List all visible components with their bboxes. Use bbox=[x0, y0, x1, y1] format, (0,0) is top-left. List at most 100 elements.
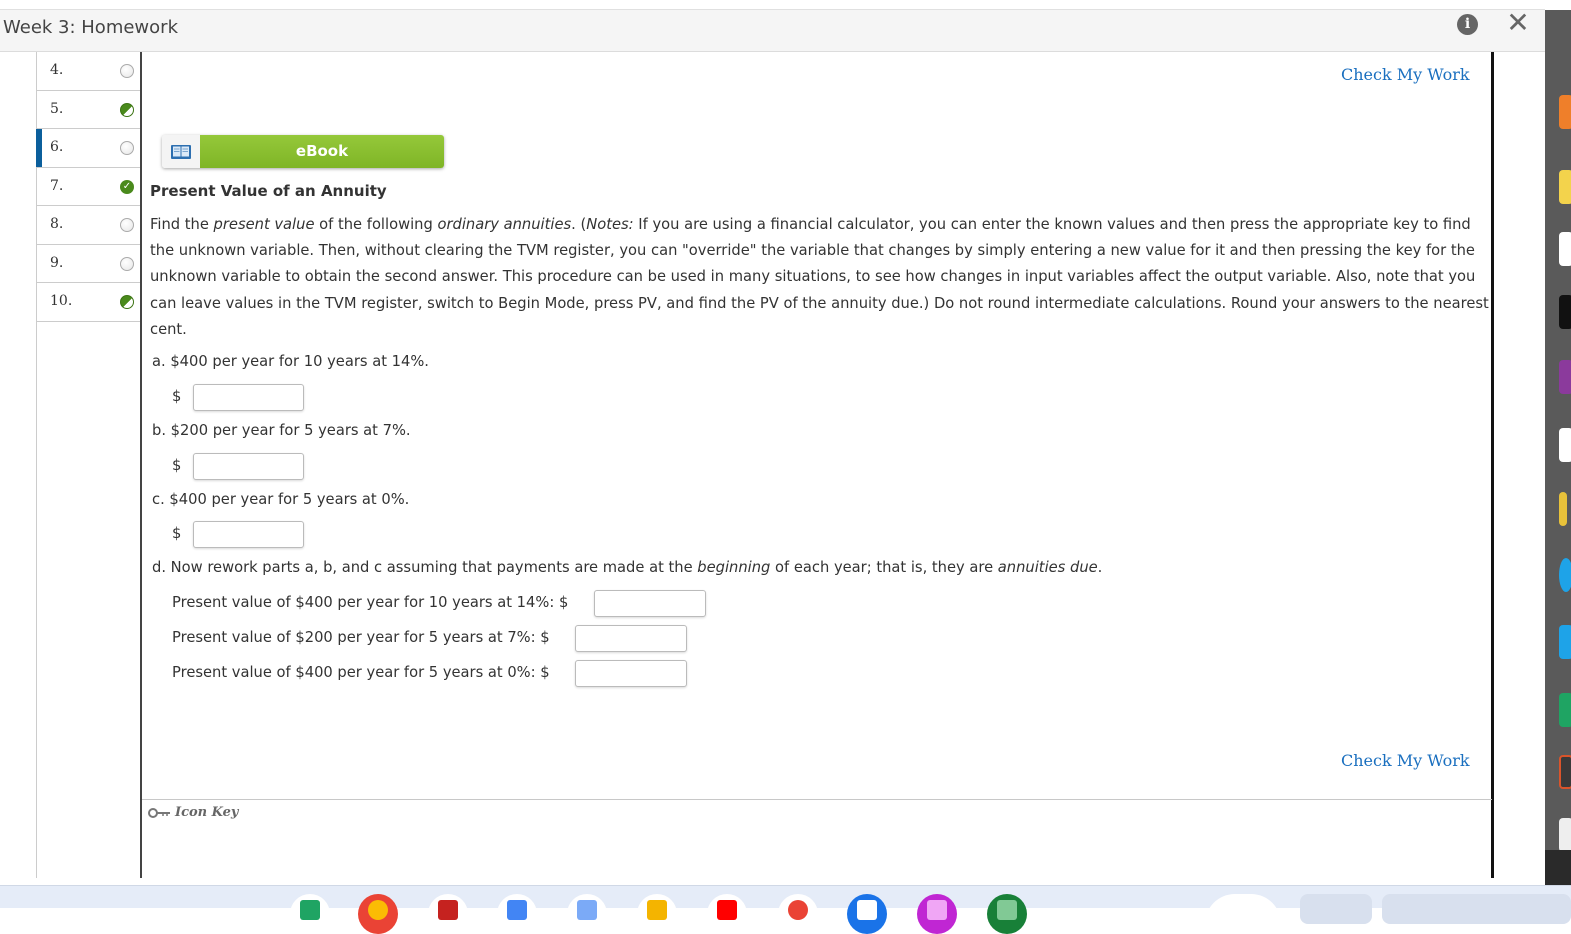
part-d-row-1-input[interactable] bbox=[594, 590, 706, 617]
question-number: 4. bbox=[50, 62, 64, 78]
part-d-row-2-input[interactable] bbox=[575, 625, 687, 652]
play-store-icon[interactable] bbox=[290, 894, 330, 934]
question-title: Present Value of an Annuity bbox=[150, 182, 387, 200]
part-letter: d. bbox=[152, 559, 166, 576]
content-right-border bbox=[1491, 52, 1494, 878]
status-tray[interactable] bbox=[1382, 894, 1571, 924]
part-c-answer-input[interactable] bbox=[193, 521, 304, 548]
currency-symbol: $ bbox=[172, 525, 182, 542]
instruction-text: If you are using a financial calculator,… bbox=[150, 216, 1489, 338]
dock-app-icon[interactable] bbox=[1559, 693, 1571, 727]
question-nav-item-7[interactable]: 7. ✓ bbox=[37, 168, 141, 206]
instruction-text: . ( bbox=[571, 216, 587, 233]
dock-bottom-panel bbox=[1545, 850, 1571, 885]
status-partial-icon bbox=[120, 102, 134, 117]
dock-app-icon[interactable] bbox=[1559, 170, 1571, 204]
status-partial-icon bbox=[120, 295, 134, 309]
question-number: 6. bbox=[50, 139, 64, 155]
part-text: $400 per year for 10 years at 14%. bbox=[165, 353, 429, 370]
dock-app-icon[interactable] bbox=[1559, 428, 1571, 462]
os-shelf bbox=[0, 885, 1571, 934]
part-d-prompt: d. Now rework parts a, b, and c assuming… bbox=[152, 559, 1102, 576]
part-text: . bbox=[1097, 559, 1103, 576]
question-nav-item-4[interactable]: 4. bbox=[37, 52, 141, 91]
part-a-prompt: a. $400 per year for 10 years at 14%. bbox=[152, 353, 429, 370]
part-text: $400 per year for 5 years at 0%. bbox=[164, 491, 410, 508]
part-d-row-3-input[interactable] bbox=[575, 660, 687, 687]
ebook-label: eBook bbox=[200, 135, 444, 168]
status-empty-icon bbox=[120, 141, 134, 155]
part-a-answer-input[interactable] bbox=[193, 384, 304, 411]
dock-app-icon[interactable] bbox=[1559, 492, 1567, 526]
assistant-icon[interactable] bbox=[778, 894, 818, 934]
part-letter: c. bbox=[152, 491, 165, 508]
check-my-work-link-bottom[interactable]: Check My Work bbox=[1341, 751, 1470, 770]
question-nav-item-8[interactable]: 8. bbox=[37, 206, 141, 245]
question-nav-item-6[interactable]: 6. bbox=[36, 129, 141, 168]
part-text: $200 per year for 5 years at 7%. bbox=[166, 422, 411, 439]
docs-icon[interactable] bbox=[497, 894, 537, 934]
question-nav-item-9[interactable]: 9. bbox=[37, 245, 141, 283]
status-empty-icon bbox=[120, 64, 134, 78]
part-d-row-1-label: Present value of $400 per year for 10 ye… bbox=[172, 594, 569, 611]
status-complete-icon: ✓ bbox=[120, 179, 134, 194]
part-d-row-3-label: Present value of $400 per year for 5 yea… bbox=[172, 664, 550, 681]
shelf-tray-item[interactable] bbox=[1300, 894, 1372, 924]
question-number: 8. bbox=[50, 216, 64, 232]
book-icon bbox=[162, 135, 200, 168]
question-number: 9. bbox=[50, 254, 64, 271]
part-b-answer-input[interactable] bbox=[193, 453, 304, 480]
dock-app-icon[interactable] bbox=[1559, 818, 1571, 852]
meet-icon[interactable] bbox=[567, 894, 607, 934]
instruction-text: Find the bbox=[150, 216, 214, 233]
assignment-title-bar: Week 3: Homework i ✕ bbox=[0, 8, 1545, 52]
question-number: 10. bbox=[50, 293, 73, 309]
part-c-prompt: c. $400 per year for 5 years at 0%. bbox=[152, 491, 409, 508]
question-nav-sidebar: 4. 5. 6. 7. ✓ 8. 9. 10. bbox=[36, 52, 141, 878]
part-d-row-2-label: Present value of $200 per year for 5 yea… bbox=[172, 629, 550, 646]
icon-key-label: Icon Key bbox=[175, 805, 239, 820]
question-instructions: Find the present value of the following … bbox=[150, 212, 1490, 343]
status-empty-icon bbox=[120, 256, 134, 271]
part-emphasis: annuities due bbox=[997, 559, 1098, 576]
part-text: Now rework parts a, b, and c assuming th… bbox=[166, 559, 698, 576]
gmail-icon[interactable] bbox=[428, 894, 468, 934]
files-icon[interactable] bbox=[847, 894, 887, 934]
instruction-emphasis: ordinary annuities bbox=[437, 216, 572, 233]
app-icon-purple[interactable] bbox=[917, 894, 957, 934]
instruction-emphasis: present value bbox=[213, 216, 315, 233]
icon-key-link[interactable]: Icon Key bbox=[148, 805, 238, 820]
part-b-prompt: b. $200 per year for 5 years at 7%. bbox=[152, 422, 411, 439]
assignment-title: Week 3: Homework bbox=[3, 17, 178, 38]
instruction-emphasis: Notes: bbox=[586, 216, 634, 233]
chrome-icon[interactable] bbox=[358, 894, 398, 934]
dock-app-icon[interactable] bbox=[1559, 360, 1571, 394]
instruction-text: of the following bbox=[314, 216, 438, 233]
part-letter: a. bbox=[152, 353, 166, 370]
dock-app-icon[interactable] bbox=[1559, 558, 1571, 592]
question-nav-item-5[interactable]: 5. bbox=[37, 91, 141, 129]
part-text: of each year; that is, they are bbox=[770, 559, 998, 576]
slides-icon[interactable] bbox=[637, 894, 677, 934]
close-icon[interactable]: ✕ bbox=[1505, 8, 1531, 38]
info-icon[interactable]: i bbox=[1457, 14, 1478, 35]
browser-top-strip bbox=[0, 0, 1545, 10]
key-icon bbox=[148, 807, 170, 818]
youtube-icon[interactable] bbox=[707, 894, 747, 934]
dock-app-icon[interactable] bbox=[1559, 755, 1571, 789]
ebook-button[interactable]: eBook bbox=[162, 135, 444, 168]
window-previews[interactable] bbox=[1205, 894, 1281, 924]
dock-app-icon[interactable] bbox=[1559, 95, 1571, 129]
status-empty-icon bbox=[120, 218, 134, 232]
dock-app-icon[interactable] bbox=[1559, 625, 1571, 659]
check-my-work-link-top[interactable]: Check My Work bbox=[1341, 65, 1470, 84]
footer-divider bbox=[142, 799, 1492, 800]
question-number: 5. bbox=[50, 100, 64, 117]
dock-app-icon[interactable] bbox=[1559, 295, 1571, 329]
question-nav-item-10[interactable]: 10. bbox=[37, 283, 141, 322]
dock-app-icon[interactable] bbox=[1559, 232, 1571, 266]
sheets-icon[interactable] bbox=[987, 894, 1027, 934]
right-app-dock bbox=[1545, 10, 1571, 885]
part-emphasis: beginning bbox=[697, 559, 771, 576]
sidebar-divider bbox=[140, 52, 142, 878]
